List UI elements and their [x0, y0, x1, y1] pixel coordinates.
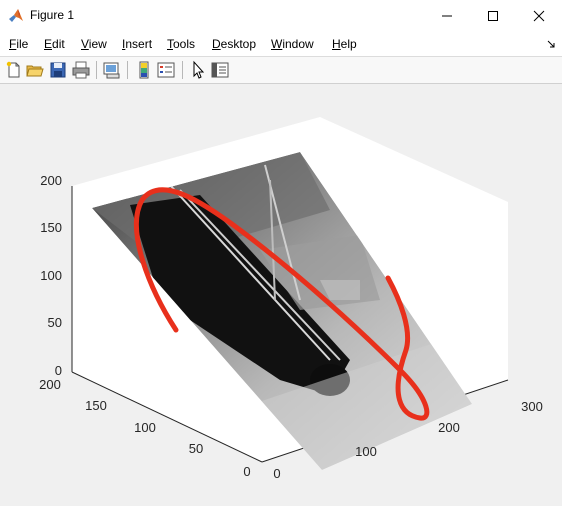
- figure-toolbar: [0, 57, 562, 84]
- menu-view[interactable]: View: [81, 37, 107, 51]
- link-plot-icon[interactable]: [102, 60, 122, 80]
- menu-insert[interactable]: Insert: [122, 37, 152, 51]
- z-axis-ticks: 0 50 100 150 200: [40, 173, 62, 378]
- window-title: Figure 1: [30, 8, 75, 22]
- y-tick-label: 200: [39, 377, 61, 392]
- save-icon[interactable]: [48, 60, 68, 80]
- close-button[interactable]: [516, 0, 562, 32]
- minimize-icon: [442, 15, 452, 17]
- figure-canvas[interactable]: 0 50 100 150 200 0 50 100 150 200 0 100 …: [0, 84, 562, 506]
- menu-bar: File Edit View Insert Tools Desktop Wind…: [0, 32, 562, 57]
- y-tick-label: 150: [85, 398, 107, 413]
- toolbar-separator: [96, 61, 97, 79]
- minimize-button[interactable]: [424, 0, 470, 32]
- menu-file[interactable]: File: [9, 37, 28, 51]
- legend-icon[interactable]: [156, 60, 176, 80]
- toolbar-separator: [182, 61, 183, 79]
- x-tick-label: 0: [273, 466, 280, 481]
- pointer-icon[interactable]: [188, 60, 208, 80]
- menu-help[interactable]: Help: [332, 37, 357, 51]
- z-tick-label: 0: [55, 363, 62, 378]
- menu-desktop[interactable]: Desktop: [212, 37, 256, 51]
- close-icon: [533, 10, 545, 22]
- menu-window[interactable]: Window: [271, 37, 314, 51]
- print-icon[interactable]: [71, 60, 91, 80]
- maximize-button[interactable]: [470, 0, 516, 32]
- property-inspector-icon[interactable]: [210, 60, 230, 80]
- z-tick-label: 100: [40, 268, 62, 283]
- menu-tools[interactable]: Tools: [167, 37, 195, 51]
- y-tick-label: 50: [189, 441, 203, 456]
- matlab-logo-icon: [9, 9, 23, 22]
- x-tick-label: 200: [438, 420, 460, 435]
- z-tick-label: 50: [48, 315, 62, 330]
- x-tick-label: 300: [521, 399, 543, 414]
- title-bar: Figure 1: [0, 0, 562, 33]
- menu-edit[interactable]: Edit: [44, 37, 65, 51]
- open-file-icon[interactable]: [25, 60, 45, 80]
- colorbar-icon[interactable]: [134, 60, 154, 80]
- dock-arrow-icon[interactable]: [546, 39, 556, 49]
- new-figure-icon[interactable]: [4, 60, 24, 80]
- x-tick-label: 100: [355, 444, 377, 459]
- y-tick-label: 0: [243, 464, 250, 479]
- y-tick-label: 100: [134, 420, 156, 435]
- toolbar-separator: [127, 61, 128, 79]
- z-tick-label: 200: [40, 173, 62, 188]
- maximize-icon: [488, 11, 498, 21]
- z-tick-label: 150: [40, 220, 62, 235]
